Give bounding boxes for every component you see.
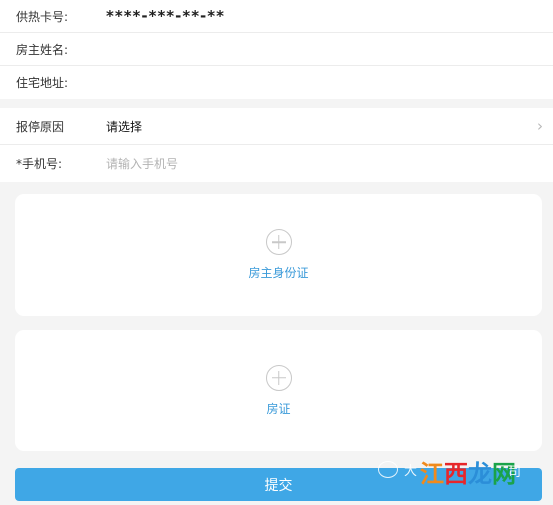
reason-label: 报停原因 bbox=[16, 119, 65, 134]
chevron-right-icon: › bbox=[537, 117, 543, 135]
upload-id-card-label: 房主身份证 bbox=[248, 266, 309, 280]
address-row: 住宅地址: bbox=[0, 66, 553, 99]
owner-name-row: 房主姓名: bbox=[0, 33, 553, 66]
upload-property-certificate[interactable]: 房证 bbox=[15, 330, 542, 451]
submit-button[interactable]: 提交 bbox=[15, 468, 542, 501]
card-number-row: 供热卡号: ****-***-**-** bbox=[0, 0, 553, 33]
phone-label: *手机号: bbox=[16, 157, 63, 171]
card-number-label: 供热卡号: bbox=[16, 9, 69, 24]
upload-area: 房主身份证 房证 bbox=[0, 182, 553, 451]
plus-circle-icon bbox=[265, 364, 292, 391]
stop-request-section: 报停原因 请选择 › *手机号: 请输入手机号 bbox=[0, 108, 553, 182]
upload-id-card[interactable]: 房主身份证 bbox=[15, 194, 542, 316]
phone-input[interactable]: 请输入手机号 bbox=[106, 155, 178, 172]
submit-area: 提交 bbox=[0, 468, 553, 501]
plus-circle-icon bbox=[265, 229, 292, 255]
phone-row[interactable]: *手机号: 请输入手机号 bbox=[0, 145, 553, 182]
card-number-value: ****-***-**-** bbox=[106, 7, 225, 25]
heat-card-info-section: 供热卡号: ****-***-**-** 房主姓名: 住宅地址: bbox=[0, 0, 553, 99]
reason-select[interactable]: 报停原因 请选择 › bbox=[0, 108, 553, 145]
address-label: 住宅地址: bbox=[16, 76, 69, 90]
section-divider bbox=[0, 99, 553, 108]
owner-name-label: 房主姓名: bbox=[16, 42, 69, 57]
reason-value: 请选择 bbox=[106, 119, 143, 134]
upload-property-certificate-label: 房证 bbox=[266, 401, 291, 416]
